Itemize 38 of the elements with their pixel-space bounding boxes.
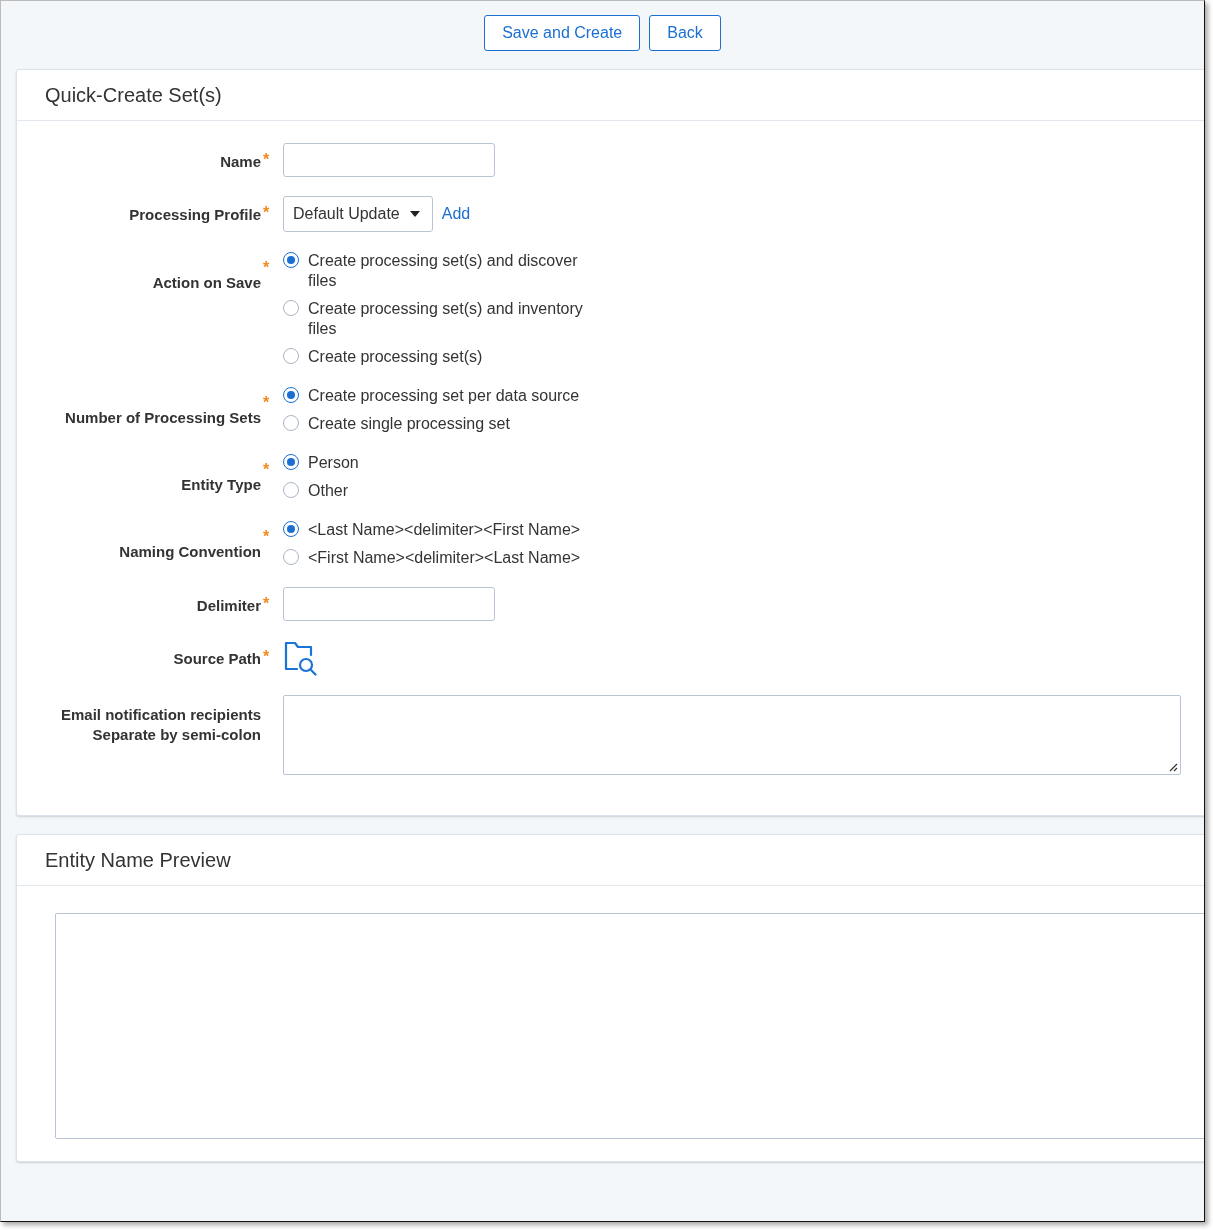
radio-label[interactable]: Create single processing set xyxy=(308,414,510,434)
profile-dropdown[interactable]: Default Update xyxy=(283,196,433,232)
field-label: Email notification recipients xyxy=(60,705,261,725)
text-field[interactable] xyxy=(283,143,495,177)
required-mark: * xyxy=(263,151,270,168)
toolbar-button[interactable]: Save and Create xyxy=(484,15,641,51)
field-label: Naming Convention xyxy=(119,542,261,562)
radio-label[interactable]: Other xyxy=(308,481,348,501)
radio-label[interactable]: Create processing set(s) and inventory files xyxy=(308,299,593,339)
radio-label[interactable]: <First Name><delimiter><Last Name> xyxy=(308,548,581,568)
resize-grip-icon[interactable] xyxy=(1168,762,1178,772)
radio-label[interactable]: Person xyxy=(308,453,359,473)
folder-search-icon[interactable] xyxy=(283,640,319,676)
field-hint: Separate by semi-colon xyxy=(92,725,261,745)
add-link[interactable]: Add xyxy=(441,205,471,223)
field-label: Name xyxy=(220,152,261,172)
required-mark: * xyxy=(263,461,270,478)
required-mark: * xyxy=(263,528,270,545)
field-label: Processing Profile xyxy=(129,205,261,225)
field-label: Delimiter xyxy=(196,596,261,616)
field-label: Action on Save xyxy=(152,273,261,293)
radio-label[interactable]: Create processing set(s) and discover files xyxy=(308,251,593,291)
radio-label[interactable]: <Last Name><delimiter><First Name> xyxy=(308,520,581,540)
card-title: Quick-Create Set(s) xyxy=(45,83,222,107)
field-label: Entity Type xyxy=(181,475,261,495)
field-label: Source Path xyxy=(173,649,261,669)
card-title: Entity Name Preview xyxy=(45,848,231,872)
toolbar-button[interactable]: Back xyxy=(649,15,721,51)
required-mark: * xyxy=(263,595,270,612)
caret-icon xyxy=(409,211,420,217)
radio-label[interactable]: Create processing set per data source xyxy=(308,386,580,406)
required-mark: * xyxy=(263,259,270,276)
required-mark: * xyxy=(263,394,270,411)
text-field[interactable] xyxy=(283,587,495,621)
radio-label[interactable]: Create processing set(s) xyxy=(308,347,483,367)
required-mark: * xyxy=(263,648,270,665)
field-label: Number of Processing Sets xyxy=(65,408,261,428)
required-mark: * xyxy=(263,204,270,221)
